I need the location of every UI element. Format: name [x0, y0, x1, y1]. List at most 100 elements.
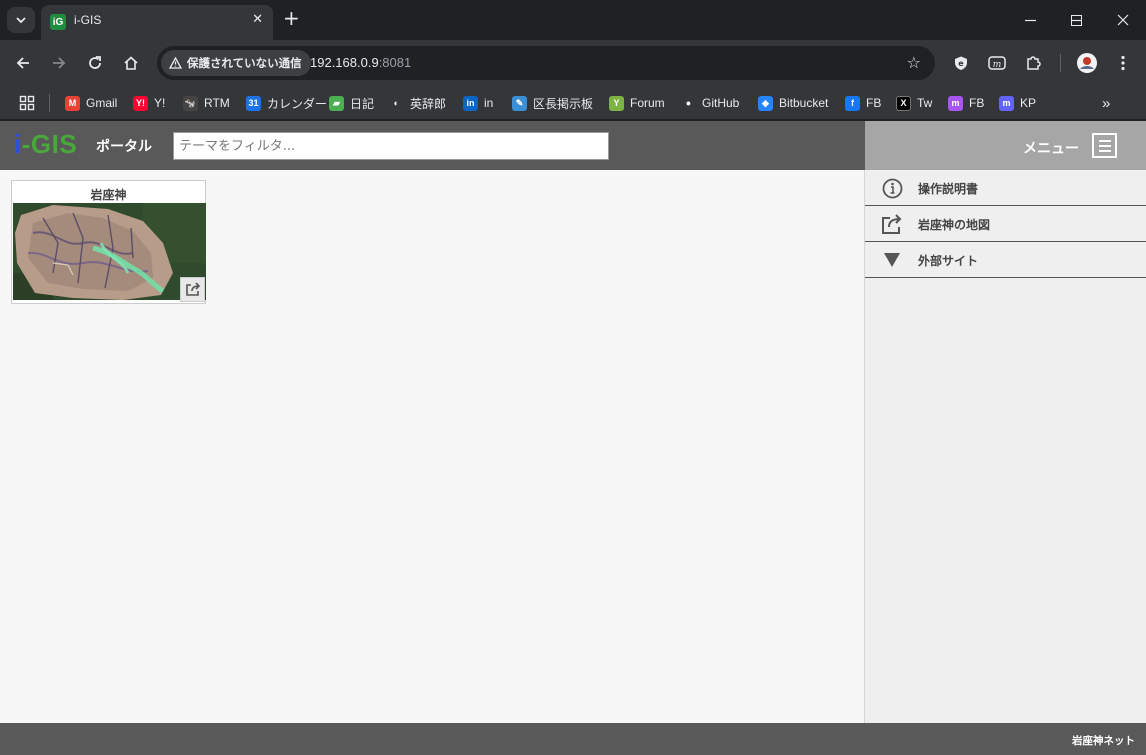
security-label: 保護されていない通信 — [187, 56, 302, 70]
share-button[interactable] — [180, 277, 205, 302]
home-icon[interactable] — [119, 51, 143, 75]
share-icon — [881, 213, 903, 235]
theme-filter-input[interactable] — [173, 132, 609, 160]
browser-titlebar: iG i-GIS ✕ + — [0, 0, 1146, 40]
menu-toggle-button[interactable] — [1092, 133, 1117, 158]
extension-m-icon[interactable]: m — [985, 51, 1009, 75]
url-text[interactable]: 192.168.0.9:8081 — [310, 55, 411, 70]
bookmarks-bar: M Gmail Y! Y! 🐄 RTM 31 カレンダー ▰ 日記 ◐ 英辞郎 in in ✎ 区長掲示板 Y F… — [0, 86, 1146, 120]
mastodon-icon: m — [999, 95, 1014, 111]
footer-site-name: 岩座神ネット — [1072, 735, 1135, 747]
menu-item-external-sites[interactable]: 外部サイト — [865, 242, 1146, 278]
back-arrow-icon[interactable] — [11, 51, 35, 75]
bookmarks-divider — [49, 94, 50, 112]
minimize-window-button[interactable] — [1007, 0, 1053, 40]
bookmark-item[interactable]: X Tw — [896, 94, 932, 112]
bookmark-item[interactable]: Y Forum — [609, 94, 665, 112]
bookmark-label: GitHub — [702, 96, 740, 110]
logo-i: i — [14, 129, 22, 159]
hamburger-icon — [1098, 139, 1111, 142]
menu-item-label: 操作説明書 — [918, 182, 979, 196]
bookmark-label: Y! — [154, 96, 166, 110]
apps-grid-icon[interactable] — [19, 94, 35, 112]
close-tab-icon[interactable]: ✕ — [252, 12, 263, 27]
linkedin-icon: in — [463, 95, 478, 111]
tab-search-button[interactable] — [7, 7, 35, 33]
theme-card-title: 岩座神 — [90, 188, 127, 202]
board-icon: ✎ — [512, 95, 527, 111]
forum-icon: Y — [609, 95, 624, 111]
eijiro-icon: ◐ — [393, 98, 400, 108]
bookmark-label: FB — [969, 96, 985, 110]
facebook-icon: f — [845, 95, 860, 111]
more-vert-icon[interactable] — [1111, 51, 1135, 75]
bookmark-star-icon[interactable]: ☆ — [907, 53, 921, 72]
bookmark-label: KP — [1020, 96, 1037, 110]
rtm-cow-icon: 🐄 — [183, 95, 198, 111]
extension-shield-icon[interactable]: e — [949, 51, 973, 75]
address-bar[interactable]: 保護されていない通信 192.168.0.9:8081 ☆ — [157, 46, 935, 80]
forward-arrow-icon[interactable] — [47, 51, 71, 75]
toolbar-divider — [1060, 54, 1061, 72]
profile-avatar[interactable] — [1075, 51, 1099, 75]
security-chip[interactable]: 保護されていない通信 — [161, 50, 311, 76]
bookmark-item[interactable]: ◐ 英辞郎 — [389, 94, 446, 112]
extensions-puzzle-icon[interactable] — [1021, 51, 1045, 75]
menu-item-iwasagami-map[interactable]: 岩座神の地図 — [865, 206, 1146, 242]
menu-header: メニュー — [865, 121, 1146, 170]
browser-tab[interactable]: iG i-GIS ✕ — [41, 5, 273, 40]
portal-title: ポータル — [96, 139, 152, 155]
bookmark-item[interactable]: m FB — [948, 94, 984, 112]
bookmark-item[interactable]: M Gmail — [65, 94, 117, 112]
bookmark-label: in — [484, 96, 494, 110]
close-window-button[interactable] — [1100, 0, 1146, 40]
bookmark-label: Tw — [917, 96, 933, 110]
bookmark-label: Gmail — [86, 96, 118, 110]
igis-logo[interactable]: i-GIS — [14, 130, 77, 158]
yahoo-icon: Y! — [133, 95, 148, 111]
bookmark-item[interactable]: 🐄 RTM — [183, 94, 230, 112]
bookmark-item[interactable]: 31 カレンダー — [246, 94, 327, 112]
bookmark-item[interactable]: ● GitHub — [681, 94, 740, 112]
bookmark-item[interactable]: Y! Y! — [133, 94, 165, 112]
bookmark-item[interactable]: f FB — [845, 94, 881, 112]
close-icon — [1117, 14, 1129, 26]
url-port: :8081 — [378, 55, 412, 70]
calendar-icon: 31 — [246, 95, 261, 111]
theme-map-thumbnail[interactable] — [13, 203, 206, 300]
bookmark-item[interactable]: in in — [463, 94, 493, 112]
igis-portal-page: i-GIS ポータル メニュー 岩座神 — [0, 121, 1146, 755]
bookmark-item[interactable]: ✎ 区長掲示板 — [512, 94, 593, 112]
bookmark-label: 英辞郎 — [410, 96, 447, 111]
logo-gis: -GIS — [21, 129, 78, 159]
url-host: 192.168.0.9 — [310, 55, 379, 70]
menu-item-manual[interactable]: 操作説明書 — [865, 170, 1146, 206]
bookmark-item[interactable]: m KP — [999, 94, 1036, 112]
bookmark-label: 区長掲示板 — [533, 96, 594, 111]
bookmark-item[interactable]: ◆ Bitbucket — [758, 94, 828, 112]
bitbucket-icon: ◆ — [758, 95, 773, 111]
page-footer: 岩座神ネット — [0, 723, 1146, 755]
tab-title: i-GIS — [74, 13, 102, 27]
bookmark-item[interactable]: ▰ 日記 — [329, 94, 374, 112]
gmail-icon: M — [65, 95, 80, 111]
svg-text:m: m — [993, 60, 1002, 70]
notebook-icon: ▰ — [329, 95, 344, 111]
theme-card[interactable]: 岩座神 — [11, 180, 206, 304]
menu-item-label: 岩座神の地図 — [918, 218, 991, 232]
triangle-down-icon — [881, 249, 903, 271]
info-icon — [881, 177, 903, 199]
more-bookmarks-chevron-icon[interactable]: » — [1102, 94, 1110, 112]
minimize-icon — [1024, 19, 1036, 21]
reload-icon[interactable] — [83, 51, 107, 75]
maximize-icon — [1070, 14, 1082, 26]
app-header: i-GIS ポータル — [0, 121, 865, 170]
side-menu: 操作説明書 岩座神の地図 外部サイト — [864, 170, 1146, 724]
svg-text:e: e — [958, 59, 964, 68]
bookmark-label: Forum — [630, 96, 665, 110]
bookmark-label: カレンダー — [267, 96, 328, 111]
chevron-down-icon — [16, 17, 26, 24]
new-tab-button[interactable]: + — [283, 8, 300, 28]
menu-item-label: 外部サイト — [918, 254, 979, 268]
maximize-button[interactable] — [1053, 0, 1099, 40]
